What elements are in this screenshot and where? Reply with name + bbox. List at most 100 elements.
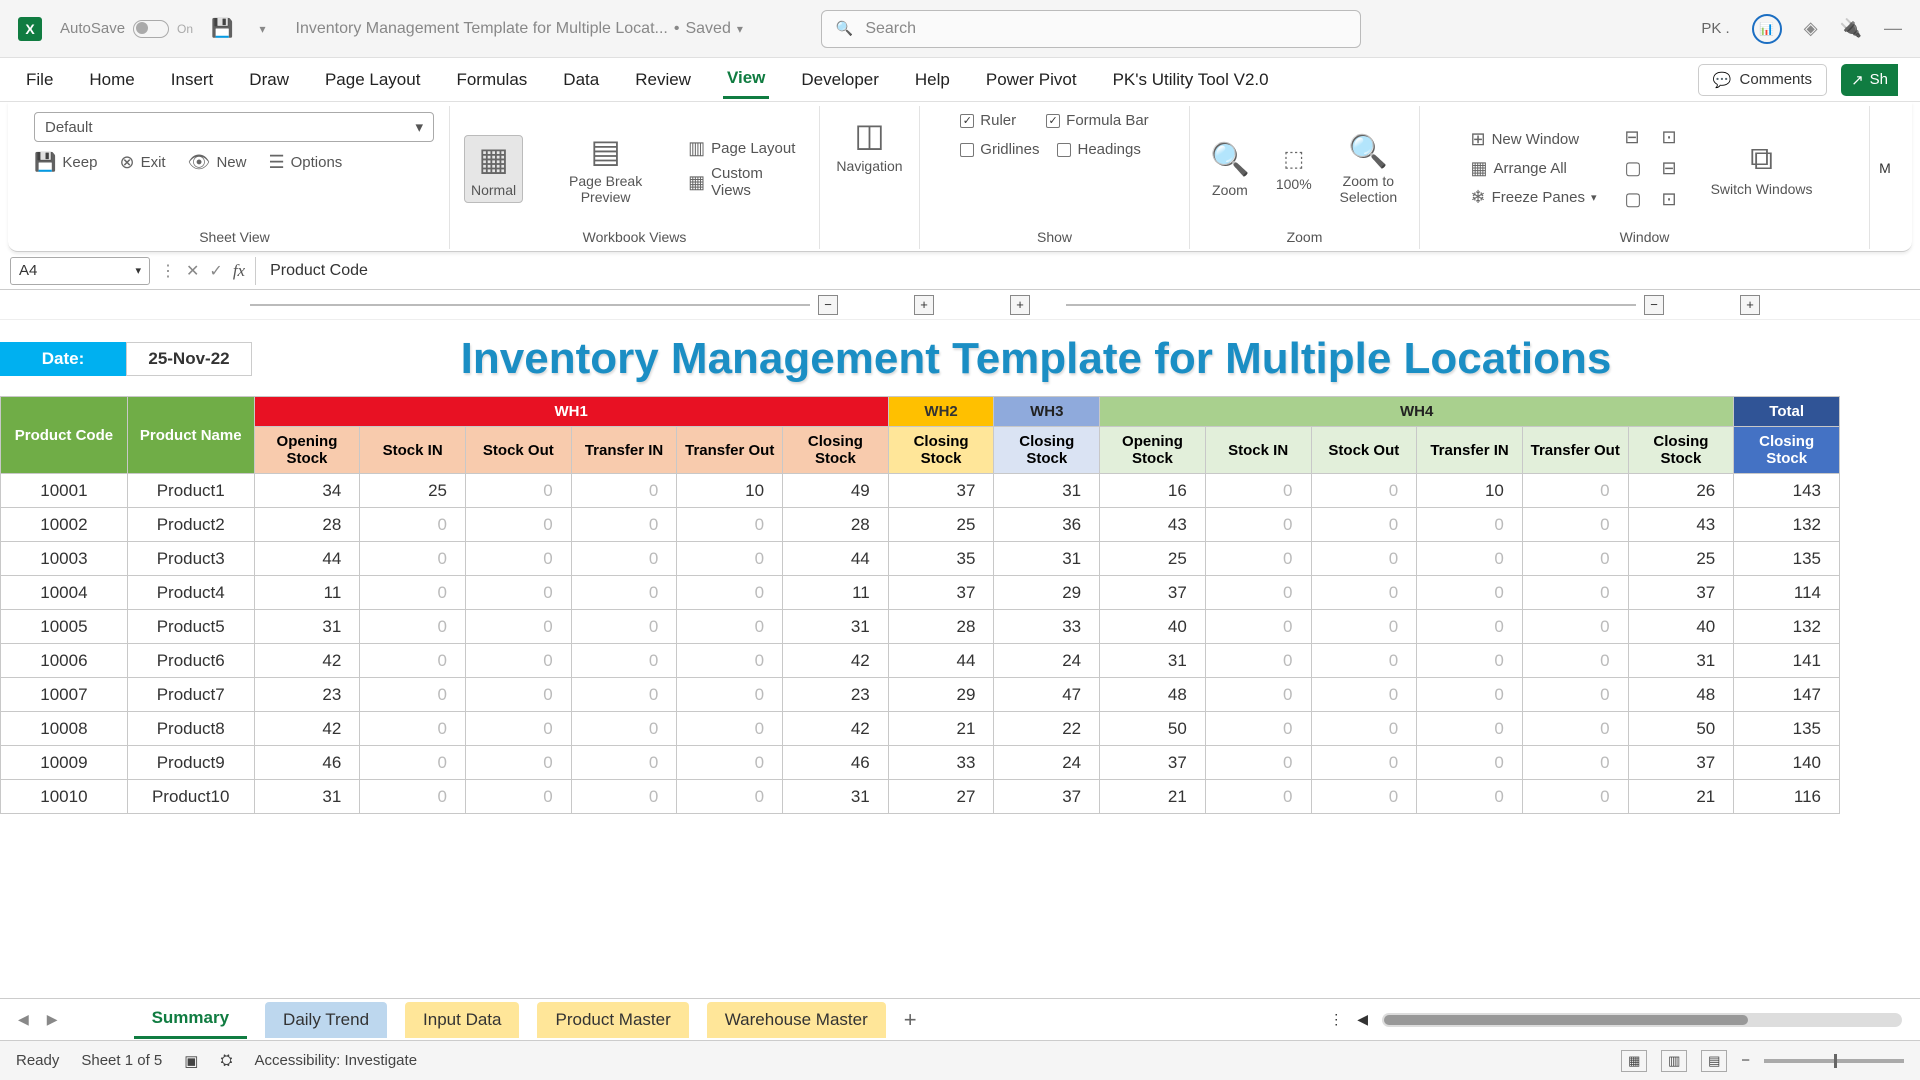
tab-menu-icon[interactable]: ⋮ bbox=[1329, 1011, 1343, 1028]
document-name[interactable]: Inventory Management Template for Multip… bbox=[296, 20, 743, 38]
table-cell[interactable]: 24 bbox=[994, 644, 1100, 678]
table-cell[interactable]: 23 bbox=[783, 678, 889, 712]
table-cell[interactable]: Product5 bbox=[127, 610, 254, 644]
table-cell[interactable]: 0 bbox=[677, 576, 783, 610]
keep-button[interactable]: 💾Keep bbox=[34, 152, 97, 173]
date-label-cell[interactable]: Date: bbox=[0, 342, 126, 376]
zoom-button[interactable]: 🔍Zoom bbox=[1204, 136, 1256, 202]
table-cell[interactable]: 10009 bbox=[1, 746, 128, 780]
table-cell[interactable]: 31 bbox=[254, 780, 360, 814]
table-row[interactable]: 10006Product642000042442431000031141 bbox=[1, 644, 1840, 678]
save-icon[interactable]: 💾 bbox=[211, 18, 233, 39]
table-cell[interactable]: 0 bbox=[677, 610, 783, 644]
table-cell[interactable]: 0 bbox=[1311, 712, 1417, 746]
table-cell[interactable]: 37 bbox=[888, 576, 994, 610]
table-cell[interactable]: 0 bbox=[677, 542, 783, 576]
plug-icon[interactable]: 🔌 bbox=[1840, 18, 1862, 39]
table-cell[interactable]: 0 bbox=[1311, 508, 1417, 542]
table-cell[interactable]: 25 bbox=[360, 474, 466, 508]
table-cell[interactable]: 29 bbox=[888, 678, 994, 712]
table-cell[interactable]: 37 bbox=[1100, 746, 1206, 780]
table-cell[interactable]: 0 bbox=[466, 610, 572, 644]
table-cell[interactable]: 47 bbox=[994, 678, 1100, 712]
record-macro-icon[interactable]: ▣ bbox=[184, 1052, 198, 1070]
table-cell[interactable]: 10007 bbox=[1, 678, 128, 712]
table-cell[interactable]: 0 bbox=[466, 644, 572, 678]
tab-pk-utility[interactable]: PK's Utility Tool V2.0 bbox=[1109, 62, 1273, 98]
outline-collapse-button[interactable]: − bbox=[818, 295, 838, 315]
tab-page-layout[interactable]: Page Layout bbox=[321, 62, 424, 98]
table-cell[interactable]: 35 bbox=[888, 542, 994, 576]
total-header[interactable]: Total bbox=[1734, 397, 1840, 427]
table-cell[interactable]: 25 bbox=[888, 508, 994, 542]
table-cell[interactable]: 0 bbox=[466, 474, 572, 508]
table-cell[interactable]: 10008 bbox=[1, 712, 128, 746]
table-cell[interactable]: 21 bbox=[1100, 780, 1206, 814]
accessibility-icon[interactable]: ⛭ bbox=[220, 1052, 232, 1069]
table-cell[interactable]: 0 bbox=[1311, 474, 1417, 508]
table-cell[interactable]: 31 bbox=[783, 780, 889, 814]
col-wh2-closing[interactable]: Closing Stock bbox=[888, 427, 994, 474]
table-cell[interactable]: 0 bbox=[466, 508, 572, 542]
share-button[interactable]: ↗ Sh bbox=[1841, 64, 1898, 96]
table-cell[interactable]: 44 bbox=[783, 542, 889, 576]
col-transfer-in[interactable]: Transfer IN bbox=[571, 427, 677, 474]
col-product-code[interactable]: Product Code bbox=[1, 397, 128, 474]
new-window-button[interactable]: ⊞New Window bbox=[1470, 129, 1596, 150]
table-cell[interactable]: Product8 bbox=[127, 712, 254, 746]
table-cell[interactable]: 10006 bbox=[1, 644, 128, 678]
sheet-tab-daily-trend[interactable]: Daily Trend bbox=[265, 1002, 387, 1038]
table-cell[interactable]: 16 bbox=[1100, 474, 1206, 508]
enter-icon[interactable]: ✓ bbox=[209, 261, 222, 281]
gridlines-checkbox[interactable]: Gridlines bbox=[960, 141, 1039, 158]
table-cell[interactable]: 29 bbox=[994, 576, 1100, 610]
table-cell[interactable]: 46 bbox=[783, 746, 889, 780]
table-cell[interactable]: 0 bbox=[677, 746, 783, 780]
table-cell[interactable]: 21 bbox=[1628, 780, 1734, 814]
table-cell[interactable]: 36 bbox=[994, 508, 1100, 542]
table-cell[interactable]: 10010 bbox=[1, 780, 128, 814]
table-cell[interactable]: 0 bbox=[1311, 746, 1417, 780]
hide-icon[interactable]: ▢ bbox=[1624, 158, 1641, 179]
freeze-panes-button[interactable]: ❄Freeze Panes▾ bbox=[1470, 187, 1596, 208]
page-break-view-icon[interactable]: ▤ bbox=[1701, 1050, 1727, 1072]
table-cell[interactable]: 10 bbox=[677, 474, 783, 508]
tab-developer[interactable]: Developer bbox=[797, 62, 883, 98]
macros-button[interactable]: M bbox=[1879, 160, 1891, 176]
table-cell[interactable]: 10001 bbox=[1, 474, 128, 508]
table-cell[interactable]: 10002 bbox=[1, 508, 128, 542]
sheet-tab-summary[interactable]: Summary bbox=[134, 1000, 247, 1039]
page-layout-view-icon[interactable]: ▥ bbox=[1661, 1050, 1687, 1072]
table-cell[interactable]: 10 bbox=[1417, 474, 1523, 508]
table-cell[interactable]: Product10 bbox=[127, 780, 254, 814]
table-cell[interactable]: 0 bbox=[360, 712, 466, 746]
reset-pos-icon[interactable]: ⊡ bbox=[1662, 189, 1677, 210]
table-cell[interactable]: 0 bbox=[571, 508, 677, 542]
table-cell[interactable]: 0 bbox=[360, 610, 466, 644]
table-cell[interactable]: 0 bbox=[1205, 678, 1311, 712]
table-cell[interactable]: 0 bbox=[677, 508, 783, 542]
headings-checkbox[interactable]: Headings bbox=[1057, 141, 1140, 158]
next-sheet-icon[interactable]: ▶ bbox=[47, 1011, 58, 1028]
table-cell[interactable]: 135 bbox=[1734, 712, 1840, 746]
qat-dropdown-icon[interactable]: ▾ bbox=[259, 22, 265, 36]
arrange-all-button[interactable]: ▦Arrange All bbox=[1470, 158, 1596, 179]
table-cell[interactable]: 140 bbox=[1734, 746, 1840, 780]
table-cell[interactable]: 40 bbox=[1628, 610, 1734, 644]
table-cell[interactable]: 0 bbox=[677, 678, 783, 712]
tab-formulas[interactable]: Formulas bbox=[452, 62, 531, 98]
table-cell[interactable]: 22 bbox=[994, 712, 1100, 746]
table-cell[interactable]: 11 bbox=[783, 576, 889, 610]
table-cell[interactable]: 0 bbox=[1311, 644, 1417, 678]
wh2-header[interactable]: WH2 bbox=[888, 397, 994, 427]
table-cell[interactable]: Product2 bbox=[127, 508, 254, 542]
table-cell[interactable]: 0 bbox=[677, 644, 783, 678]
formula-input[interactable]: Product Code bbox=[255, 257, 1910, 285]
table-row[interactable]: 10005Product531000031283340000040132 bbox=[1, 610, 1840, 644]
new-button[interactable]: 👁New bbox=[188, 152, 247, 173]
horizontal-scrollbar[interactable] bbox=[1382, 1013, 1902, 1027]
tab-insert[interactable]: Insert bbox=[167, 62, 218, 98]
zoom-selection-button[interactable]: 🔍Zoom to Selection bbox=[1332, 128, 1405, 209]
table-cell[interactable]: 0 bbox=[571, 644, 677, 678]
table-cell[interactable]: 135 bbox=[1734, 542, 1840, 576]
